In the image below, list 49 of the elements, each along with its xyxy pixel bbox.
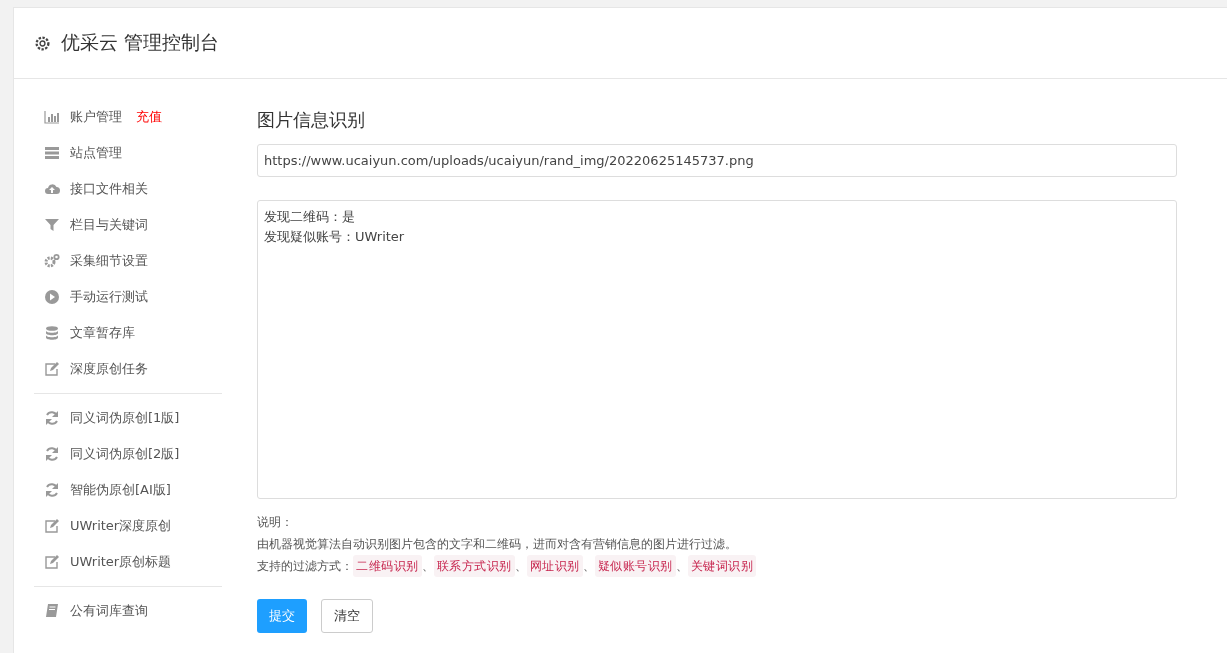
separator: 、 xyxy=(675,558,688,575)
edit-icon xyxy=(44,554,60,570)
console-title: 优采云 管理控制台 xyxy=(61,30,220,55)
note-label: 说明： xyxy=(257,514,294,531)
filter-tag: 二维码识别 xyxy=(353,555,422,577)
clear-button[interactable]: 清空 xyxy=(321,599,373,633)
filter-label: 支持的过滤方式： xyxy=(257,558,353,575)
edit-icon xyxy=(44,361,60,377)
sidebar-link[interactable]: UWriter原创标题 xyxy=(70,553,172,571)
sidebar-link[interactable]: UWriter深度原创 xyxy=(70,517,172,535)
server-icon xyxy=(44,145,60,161)
sidebar-link[interactable]: 栏目与关键词 xyxy=(70,216,148,234)
recharge-link[interactable]: 充值 xyxy=(136,108,162,126)
refresh-icon xyxy=(44,446,60,462)
sidebar-link[interactable]: 账户管理 xyxy=(70,108,122,126)
refresh-icon xyxy=(44,410,60,426)
sidebar-link[interactable]: 智能伪原创[AI版] xyxy=(70,481,171,499)
refresh-icon xyxy=(44,482,60,498)
url-field[interactable]: https://www.ucaiyun.com/uploads/ucaiyun/rand_img/20220625145737.png xyxy=(257,144,1177,177)
sidebar-link[interactable]: 深度原创任务 xyxy=(70,360,148,378)
sidebar-link[interactable]: 同义词伪原创[2版] xyxy=(70,445,180,463)
result-box[interactable]: 发现二维码：是 发现疑似账号：UWriter xyxy=(257,200,1177,499)
settings-icon xyxy=(34,34,51,52)
section-title: 图片信息识别 xyxy=(257,108,366,132)
play-icon xyxy=(44,289,60,305)
sidebar-link[interactable]: 手动运行测试 xyxy=(70,288,148,306)
book-icon xyxy=(44,603,60,619)
note-text: 由机器视觉算法自动识别图片包含的文字和二维码，进而对含有营销信息的图片进行过滤。 xyxy=(257,536,738,553)
filter-tag: 联系方式识别 xyxy=(433,555,515,577)
sidebar-link[interactable]: 公有词库查询 xyxy=(70,602,148,620)
separator: 、 xyxy=(582,558,595,575)
result-line: 发现二维码：是 xyxy=(264,208,355,226)
filter-tag: 疑似账号识别 xyxy=(594,555,676,577)
filter-tag: 网址识别 xyxy=(526,555,583,577)
edit-icon xyxy=(44,518,60,534)
result-line: 发现疑似账号：UWriter xyxy=(264,228,405,246)
sidebar-link[interactable]: 接口文件相关 xyxy=(70,180,148,198)
sidebar-link[interactable]: 采集细节设置 xyxy=(70,252,148,270)
sidebar-link[interactable]: 同义词伪原创[1版] xyxy=(70,409,180,427)
cloud-upload-icon xyxy=(44,181,60,197)
filter-tag: 关键词识别 xyxy=(687,555,756,577)
separator: 、 xyxy=(514,558,527,575)
bar-chart-icon xyxy=(44,109,60,125)
gears-icon xyxy=(44,253,60,269)
separator: 、 xyxy=(421,558,434,575)
sidebar-link[interactable]: 站点管理 xyxy=(70,144,122,162)
filter-icon xyxy=(44,217,60,233)
database-icon xyxy=(44,325,60,341)
sidebar-link[interactable]: 文章暂存库 xyxy=(70,324,135,342)
